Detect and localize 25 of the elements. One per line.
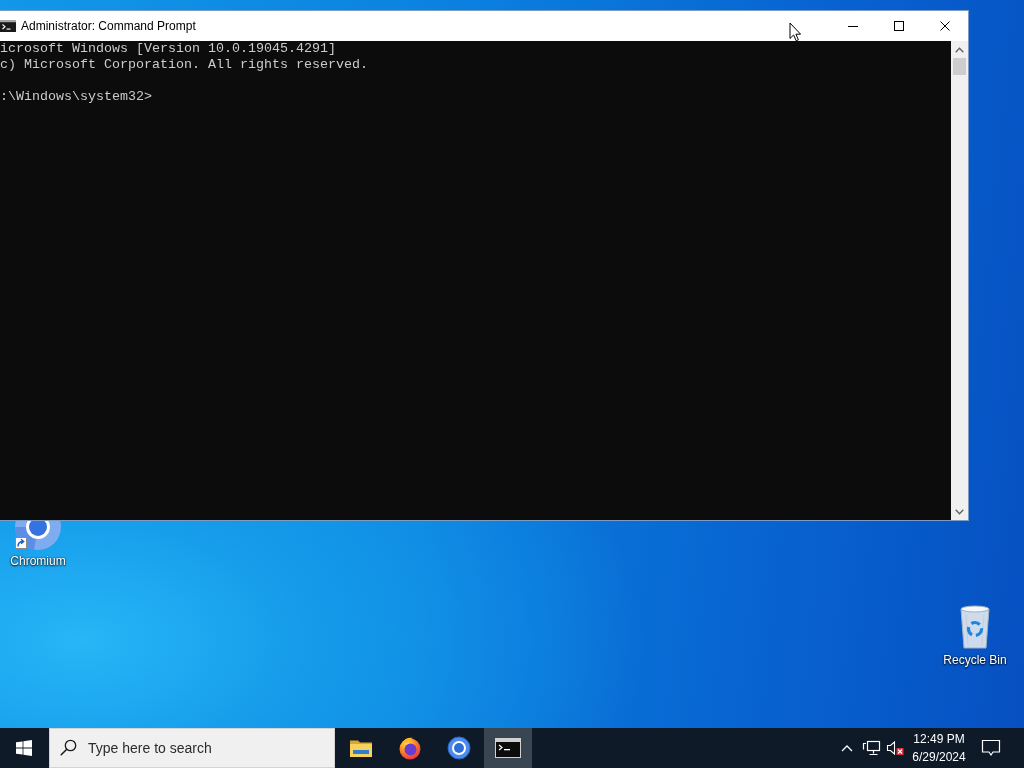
search-icon — [60, 739, 77, 756]
clock-time[interactable]: 12:49 PM — [913, 731, 965, 747]
shortcut-arrow-icon — [15, 537, 27, 549]
flame-globe-icon — [398, 736, 422, 760]
desktop-icon-label[interactable]: Recycle Bin — [943, 653, 1007, 667]
notification-icon — [981, 739, 1001, 757]
terminal-icon[interactable] — [0, 20, 16, 32]
close-icon — [940, 21, 950, 31]
search-field[interactable]: Type here to search — [49, 728, 335, 768]
maximize-icon — [894, 21, 904, 31]
scrollbar-thumb[interactable] — [953, 58, 966, 75]
chevron-down-icon — [955, 508, 964, 515]
terminal-icon — [495, 738, 521, 758]
window-title: Administrator: Command Prompt — [21, 18, 196, 34]
console-prompt: :\Windows\system32> — [0, 89, 152, 105]
chevron-up-icon — [955, 46, 964, 53]
chevron-up-icon — [841, 744, 853, 752]
network-icon — [861, 740, 881, 756]
windows-logo-icon — [16, 740, 32, 756]
ring-logo-icon — [447, 736, 471, 760]
folder-icon — [349, 738, 373, 758]
clock-date[interactable]: 6/29/2024 — [912, 749, 966, 765]
console-line: icrosoft Windows [Version 10.0.19045.4291] — [0, 41, 336, 57]
taskbar-app-button[interactable] — [484, 728, 532, 768]
console-line: c) Microsoft Corporation. All rights reserved. — [0, 57, 368, 73]
